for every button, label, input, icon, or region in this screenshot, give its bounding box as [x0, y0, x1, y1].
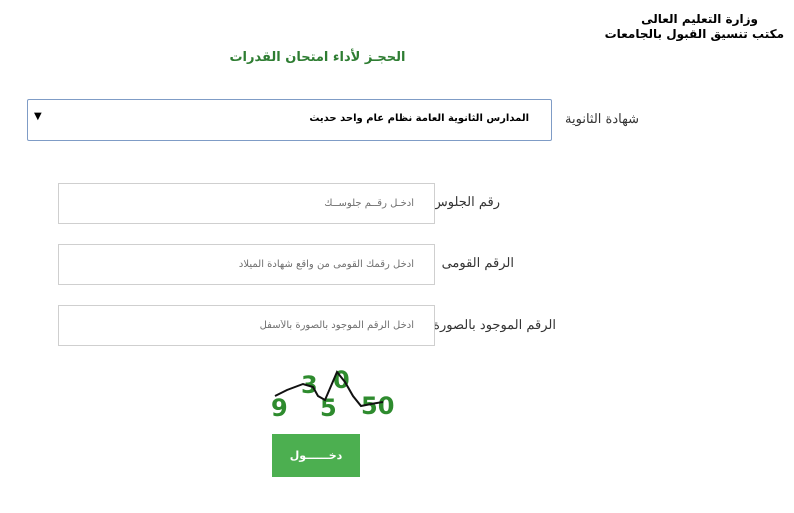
certificate-label: شهادة الثانوية	[565, 112, 639, 127]
ministry-header: وزارة التعليم العالى مكتب تنسيق القبول ب…	[538, 12, 784, 42]
captcha-digit-4: 0	[333, 366, 350, 394]
page-title: الحجـز لأداء امتحان القدرات	[229, 50, 406, 65]
captcha-digit-1: 9	[271, 394, 288, 422]
ministry-name: وزارة التعليم العالى	[641, 12, 758, 26]
seat-number-label: رقم الجلوس	[431, 195, 500, 210]
national-id-label: الرقم القومى	[441, 256, 514, 271]
certificate-select[interactable]: المدارس الثانوية العامة نظام عام واحد حد…	[27, 99, 552, 141]
office-name: مكتب تنسيق القبول بالجامعات	[604, 27, 784, 41]
captcha-image: 9 3 5 0 50	[271, 366, 394, 422]
certificate-selected-value: المدارس الثانوية العامة نظام عام واحد حد…	[309, 113, 529, 124]
submit-button[interactable]: دخــــــول	[272, 434, 360, 477]
captcha-input[interactable]	[58, 305, 435, 346]
national-id-input[interactable]	[58, 244, 435, 285]
seat-number-input[interactable]	[58, 183, 435, 224]
captcha-label: الرقم الموجود بالصورة	[433, 318, 556, 333]
chevron-down-icon: ▼	[34, 111, 42, 122]
